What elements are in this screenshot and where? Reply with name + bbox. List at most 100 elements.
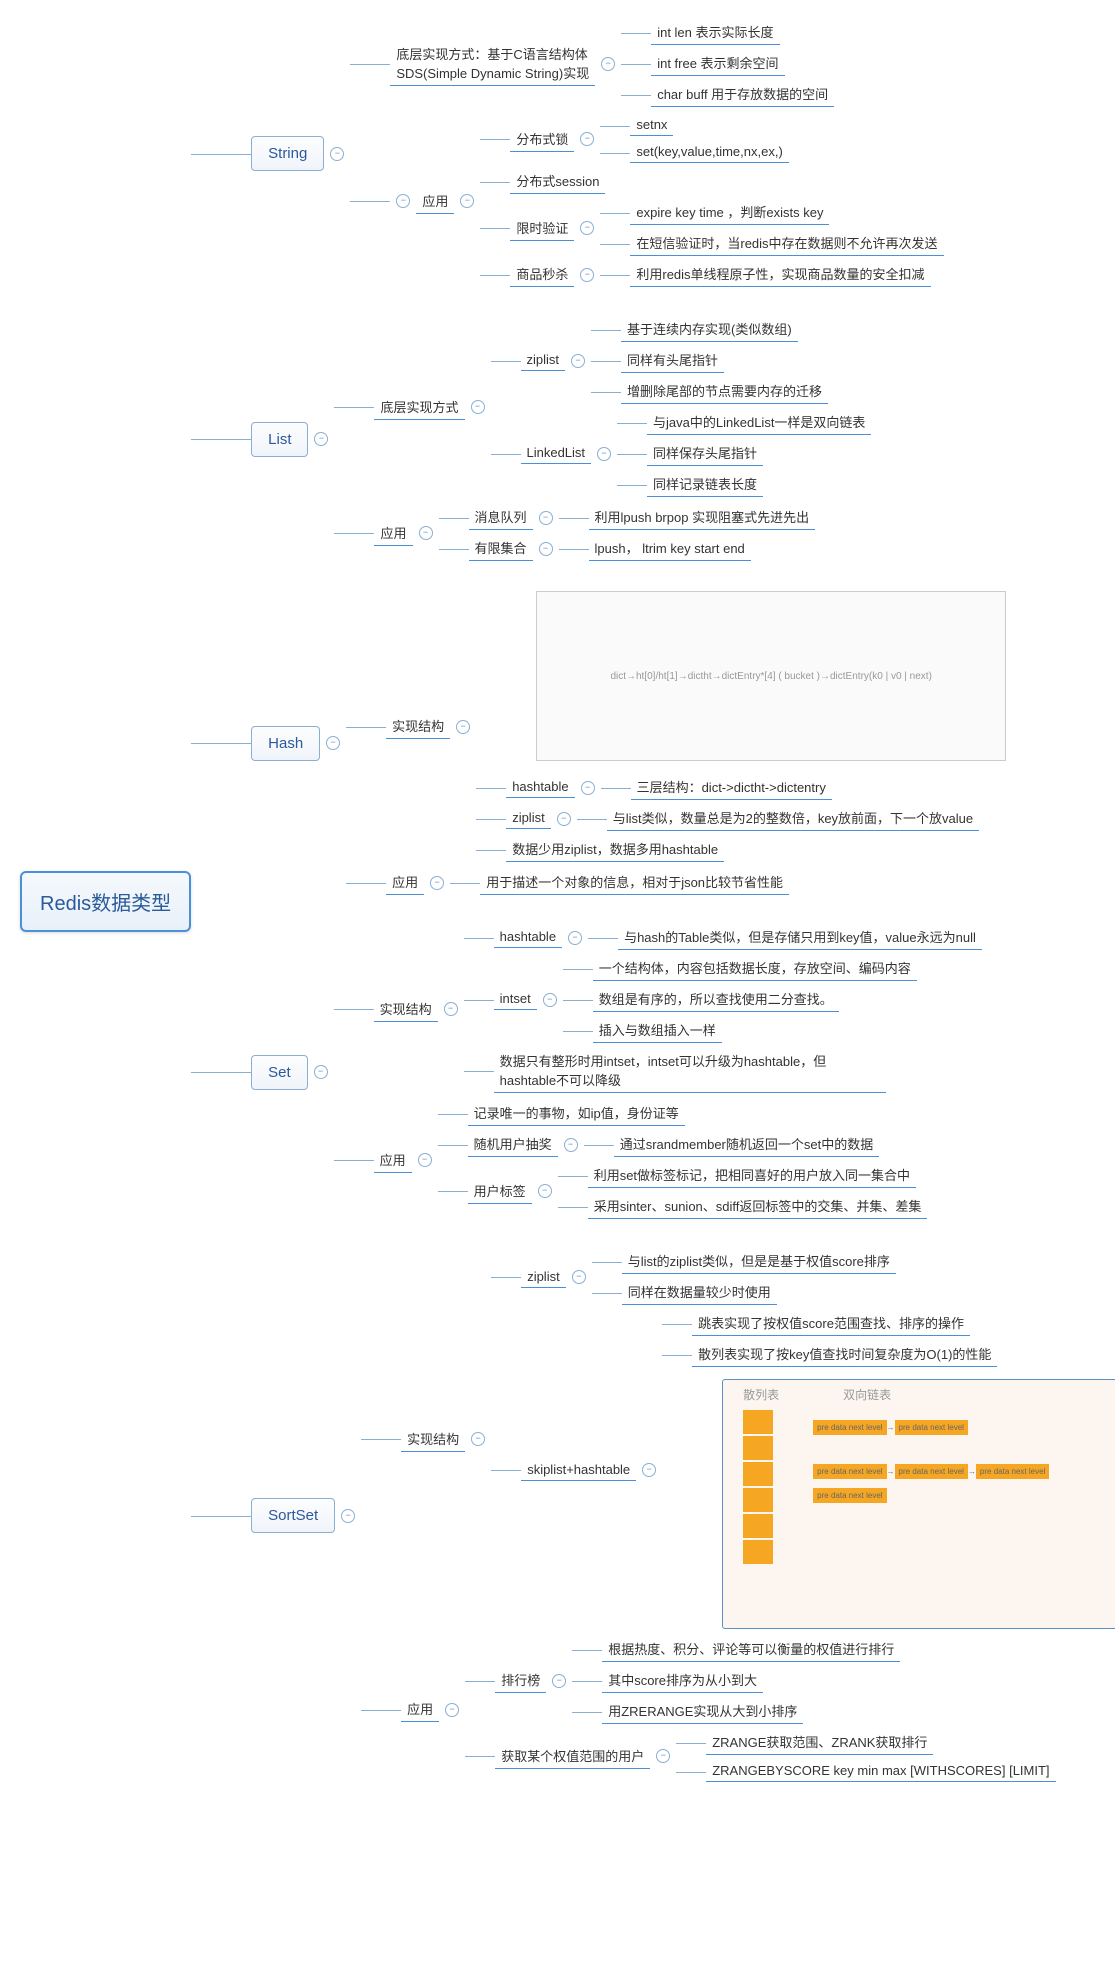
sortset-impl-label[interactable]: 实现结构 bbox=[401, 1427, 465, 1452]
set-hashtable[interactable]: hashtable bbox=[494, 927, 562, 948]
sds-buff: char buff 用于存放数据的空间 bbox=[651, 82, 834, 107]
toggle-icon[interactable]: − bbox=[571, 354, 585, 368]
toggle-icon[interactable]: − bbox=[341, 1509, 355, 1523]
toggle-icon[interactable]: − bbox=[539, 511, 553, 525]
ss-skip-item1: 散列表实现了按key值查找时间复杂度为O(1)的性能 bbox=[692, 1342, 997, 1367]
app-limited[interactable]: 有限集合 bbox=[469, 536, 533, 561]
ss-skiplist[interactable]: skiplist+hashtable bbox=[521, 1460, 636, 1481]
node-set[interactable]: Set bbox=[251, 1055, 308, 1090]
toggle-icon[interactable]: − bbox=[430, 876, 444, 890]
toggle-icon[interactable]: − bbox=[572, 1270, 586, 1284]
intset-item0: 一个结构体，内容包括数据长度，存放空间、编码内容 bbox=[593, 956, 917, 981]
toggle-icon[interactable]: − bbox=[557, 812, 571, 826]
range-item0: ZRANGE获取范围、ZRANK获取排行 bbox=[706, 1730, 933, 1755]
toggle-icon[interactable]: − bbox=[445, 1703, 459, 1717]
set-intset[interactable]: intset bbox=[494, 989, 537, 1010]
toggle-icon[interactable]: − bbox=[418, 1153, 432, 1167]
mq-detail: 利用lpush brpop 实现阻塞式先进先出 bbox=[589, 505, 816, 530]
list-ziplist[interactable]: ziplist bbox=[521, 350, 566, 371]
toggle-icon[interactable]: − bbox=[330, 147, 344, 161]
branch-group: String − 底层实现方式：基于C语言结构体 SDS(Simple Dyna… bbox=[251, 20, 1115, 1782]
app-lock[interactable]: 分布式锁 bbox=[510, 127, 574, 152]
toggle-icon[interactable]: − bbox=[419, 526, 433, 540]
toggle-icon[interactable]: − bbox=[471, 400, 485, 414]
sortset-app-label[interactable]: 应用 bbox=[401, 1697, 439, 1722]
string-app-label[interactable]: 应用 bbox=[416, 189, 454, 214]
string-impl-label[interactable]: 底层实现方式：基于C语言结构体 SDS(Simple Dynamic Strin… bbox=[390, 42, 595, 86]
toggle-icon[interactable]: − bbox=[539, 542, 553, 556]
ss-skip-item0: 跳表实现了按权值score范围查找、排序的操作 bbox=[692, 1311, 970, 1336]
toggle-icon[interactable]: − bbox=[456, 720, 470, 734]
toggle-icon[interactable]: − bbox=[552, 1674, 566, 1688]
hash-app-detail: 用于描述一个对象的信息，相对于json比较节省性能 bbox=[480, 870, 789, 895]
toggle-icon[interactable]: − bbox=[580, 268, 594, 282]
app-rank[interactable]: 排行榜 bbox=[495, 1668, 546, 1693]
toggle-icon[interactable]: − bbox=[656, 1749, 670, 1763]
list-impl-label[interactable]: 底层实现方式 bbox=[374, 395, 464, 420]
ll-item2: 同样记录链表长度 bbox=[647, 472, 763, 497]
mindmap-root: Redis数据类型 String − 底层实现方式：基于C语言结构体 SDS(S… bbox=[20, 20, 1095, 1782]
tag-item1: 采用sinter、sunion、sdiff返回标签中的交集、并集、差集 bbox=[588, 1194, 928, 1219]
branch-hash: Hash − 实现结构 − dict → ht[0]/ht[1] → dicth… bbox=[251, 591, 1115, 895]
toggle-icon[interactable]: − bbox=[597, 447, 611, 461]
ll-item0: 与java中的LinkedList一样是双向链表 bbox=[647, 410, 871, 435]
ss-zip-item1: 同样在数据量较少时使用 bbox=[622, 1280, 777, 1305]
dict-structure-diagram: dict → ht[0]/ht[1] → dictht → dictEntry*… bbox=[536, 591, 1006, 761]
lock-setnx: setnx bbox=[630, 115, 673, 136]
intset-item1: 数组是有序的，所以查找使用二分查找。 bbox=[593, 987, 839, 1012]
toggle-icon[interactable]: − bbox=[314, 1065, 328, 1079]
list-linkedlist[interactable]: LinkedList bbox=[521, 443, 592, 464]
branch-set: Set − 实现结构 − hashtable − 与hash的Table类似，但… bbox=[251, 925, 1115, 1219]
node-sortset[interactable]: SortSet bbox=[251, 1498, 335, 1533]
toggle-icon[interactable]: − bbox=[471, 1432, 485, 1446]
app-range[interactable]: 获取某个权值范围的用户 bbox=[495, 1744, 650, 1769]
seckill-detail: 利用redis单线程原子性，实现商品数量的安全扣减 bbox=[630, 262, 930, 287]
hash-app-label[interactable]: 应用 bbox=[386, 870, 424, 895]
app-session[interactable]: 分布式session bbox=[510, 169, 605, 194]
app-seckill[interactable]: 商品秒杀 bbox=[510, 262, 574, 287]
hash-hashtable[interactable]: hashtable bbox=[506, 777, 574, 798]
node-list[interactable]: List bbox=[251, 422, 308, 457]
toggle-icon[interactable]: − bbox=[580, 221, 594, 235]
intset-item2: 插入与数组插入一样 bbox=[593, 1018, 722, 1043]
app-mq[interactable]: 消息队列 bbox=[469, 505, 533, 530]
branch-string: String − 底层实现方式：基于C语言结构体 SDS(Simple Dyna… bbox=[251, 20, 1115, 287]
hash-ziplist-detail: 与list类似，数量总是为2的整数倍，key放前面，下一个放value bbox=[607, 806, 979, 831]
hash-ziplist[interactable]: ziplist bbox=[506, 808, 551, 829]
set-app-label[interactable]: 应用 bbox=[374, 1148, 412, 1173]
toggle-icon[interactable]: − bbox=[564, 1138, 578, 1152]
app-tag[interactable]: 用户标签 bbox=[468, 1179, 532, 1204]
rank-item1: 其中score排序为从小到大 bbox=[602, 1668, 763, 1693]
verify-sms: 在短信验证时，当redis中存在数据则不允许再次发送 bbox=[630, 231, 943, 256]
app-verify[interactable]: 限时验证 bbox=[510, 216, 574, 241]
toggle-icon[interactable]: − bbox=[444, 1002, 458, 1016]
node-string[interactable]: String bbox=[251, 136, 324, 171]
toggle-icon[interactable]: − bbox=[601, 57, 615, 71]
set-impl-label[interactable]: 实现结构 bbox=[374, 997, 438, 1022]
app-unique: 记录唯一的事物，如ip值，身份证等 bbox=[468, 1101, 685, 1126]
list-app-label[interactable]: 应用 bbox=[374, 521, 412, 546]
lock-set: set(key,value,time,nx,ex,) bbox=[630, 142, 788, 163]
root-node[interactable]: Redis数据类型 bbox=[20, 871, 191, 932]
toggle-icon[interactable]: − bbox=[326, 736, 340, 750]
node-hash[interactable]: Hash bbox=[251, 726, 320, 761]
rank-item0: 根据热度、积分、评论等可以衡量的权值进行排行 bbox=[602, 1637, 900, 1662]
toggle-icon[interactable]: − bbox=[642, 1463, 656, 1477]
toggle-icon[interactable]: − bbox=[538, 1184, 552, 1198]
toggle-icon[interactable]: − bbox=[581, 781, 595, 795]
hashtable-detail: 三层结构：dict->dictht->dictentry bbox=[631, 775, 832, 800]
hash-impl-label[interactable]: 实现结构 bbox=[386, 714, 450, 739]
toggle-icon[interactable]: − bbox=[568, 931, 582, 945]
toggle-icon[interactable]: − bbox=[314, 432, 328, 446]
toggle-icon[interactable]: − bbox=[396, 194, 410, 208]
random-detail: 通过srandmember随机返回一个set中的数据 bbox=[614, 1132, 880, 1157]
toggle-icon[interactable]: − bbox=[460, 194, 474, 208]
ss-ziplist[interactable]: ziplist bbox=[521, 1267, 566, 1288]
hash-rule: 数据少用ziplist，数据多用hashtable bbox=[506, 837, 724, 862]
ziplist-item0: 基于连续内存实现(类似数组) bbox=[621, 317, 798, 342]
set-rule: 数据只有整形时用intset，intset可以升级为hashtable，但has… bbox=[494, 1049, 886, 1093]
toggle-icon[interactable]: − bbox=[543, 993, 557, 1007]
toggle-icon[interactable]: − bbox=[580, 132, 594, 146]
app-random[interactable]: 随机用户抽奖 bbox=[468, 1132, 558, 1157]
rank-item2: 用ZRERANGE实现从大到小排序 bbox=[602, 1699, 803, 1724]
